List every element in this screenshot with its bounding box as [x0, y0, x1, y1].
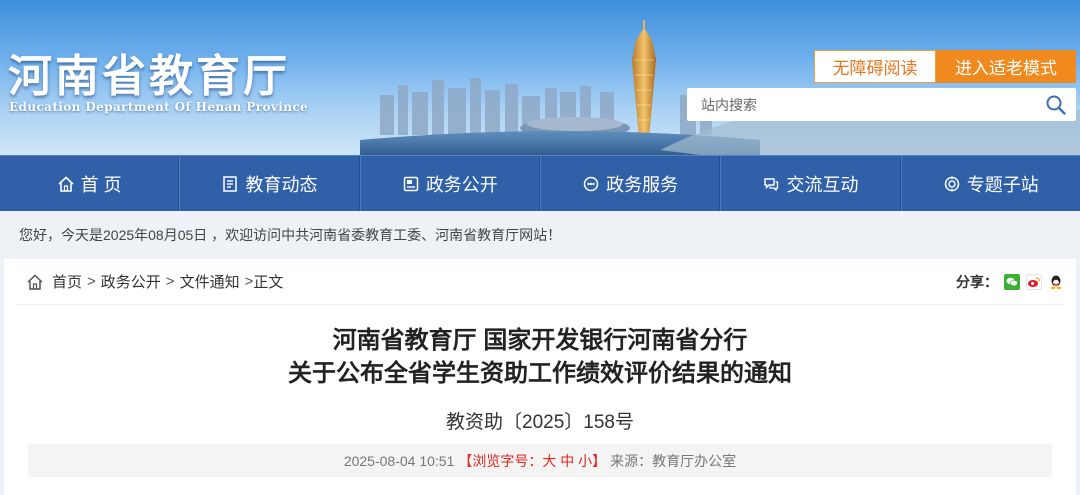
breadcrumb-separator: >: [165, 273, 175, 290]
share-label: 分享：: [956, 273, 998, 290]
nav-item-label: 教育动态: [245, 174, 318, 195]
breadcrumb-home[interactable]: 首页: [52, 271, 82, 292]
nav-item-label: 首 页: [80, 174, 122, 195]
barrier-free-button[interactable]: 无障碍阅读: [814, 50, 936, 83]
document-number: 教资助〔2025〕158号: [446, 412, 634, 433]
nav-item-gov-service[interactable]: 政务服务: [539, 156, 721, 211]
content-area: 首页 > 政务公开 > 文件通知 > 正文 分享： 河南省教育厅 国家开发银行河…: [0, 259, 1080, 495]
nav-item-home[interactable]: 首 页: [0, 156, 180, 211]
chat-icon: [764, 177, 779, 191]
wechat-icon[interactable]: [1004, 273, 1020, 290]
article-title: 河南省教育厅 国家开发银行河南省分行 关于公布全省学生资助工作绩效评价结果的通知: [16, 324, 1064, 390]
document-icon: [403, 176, 419, 191]
nav-item-label: 政务公开: [425, 174, 498, 195]
welcome-text: 您好，今天是2025年08月05日 ，欢迎访问中共河南省委教育工委、河南省教育厅…: [4, 211, 1076, 259]
article-panel: 首页 > 政务公开 > 文件通知 > 正文 分享： 河南省教育厅 国家开发银行河…: [4, 259, 1076, 495]
news-icon: [223, 175, 238, 192]
breadcrumb: 首页 > 政务公开 > 文件通知 > 正文: [16, 271, 283, 292]
breadcrumb-gov-affairs[interactable]: 政务公开: [101, 271, 161, 292]
nav-item-news[interactable]: 教育动态: [179, 156, 360, 211]
breadcrumb-notices[interactable]: 文件通知: [180, 271, 240, 292]
qq-icon[interactable]: [1048, 273, 1064, 290]
accessibility-buttons: 无障碍阅读 进入适老模式: [814, 50, 1076, 83]
breadcrumb-current: 正文: [253, 274, 284, 291]
service-icon: [583, 176, 599, 191]
site-subtitle: Education Department Of Henan Province: [9, 100, 309, 114]
topic-icon: [944, 176, 960, 191]
publish-datetime: 2025-08-04 10:51: [343, 452, 455, 469]
site-title[interactable]: 河南省教育厅: [8, 40, 290, 104]
crumb-bar: 首页 > 政务公开 > 文件通知 > 正文 分享：: [16, 259, 1064, 305]
font-size-selector[interactable]: 【浏览字号：大 中 小】: [458, 451, 606, 471]
home-icon: [27, 273, 43, 290]
main-nav: 首 页 教育动态 政务公开 政务服务 交流互动 专题子站: [0, 155, 1080, 211]
weibo-icon[interactable]: [1026, 273, 1042, 290]
nav-item-gov-affairs[interactable]: 政务公开: [359, 156, 540, 211]
home-icon: [58, 175, 74, 192]
breadcrumb-separator: >: [87, 273, 96, 290]
nav-item-interaction[interactable]: 交流互动: [720, 156, 901, 211]
article-meta: 2025-08-04 10:51 【浏览字号：大 中 小】 来源：教育厅办公室: [28, 444, 1052, 477]
welcome-bar: 您好，今天是2025年08月05日 ，欢迎访问中共河南省委教育工委、河南省教育厅…: [0, 211, 1080, 259]
nav-item-topics[interactable]: 专题子站: [900, 156, 1080, 211]
elder-mode-button[interactable]: 进入适老模式: [936, 50, 1076, 83]
article-title-line2: 关于公布全省学生资助工作绩效评价结果的通知: [288, 360, 792, 387]
search-input[interactable]: [687, 88, 1036, 121]
search-icon[interactable]: [1036, 88, 1076, 121]
article-source: 来源：教育厅办公室: [610, 452, 737, 469]
nav-item-label: 政务服务: [606, 174, 679, 195]
search-box: [687, 88, 1076, 121]
share-bar: 分享：: [956, 272, 1064, 292]
article-title-line1: 河南省教育厅 国家开发银行河南省分行: [332, 327, 748, 354]
nav-item-label: 专题子站: [966, 174, 1039, 195]
site-banner: 河南省教育厅 Education Department Of Henan Pro…: [0, 0, 1080, 155]
breadcrumb-separator: >: [244, 273, 254, 290]
nav-item-label: 交流互动: [786, 174, 859, 195]
